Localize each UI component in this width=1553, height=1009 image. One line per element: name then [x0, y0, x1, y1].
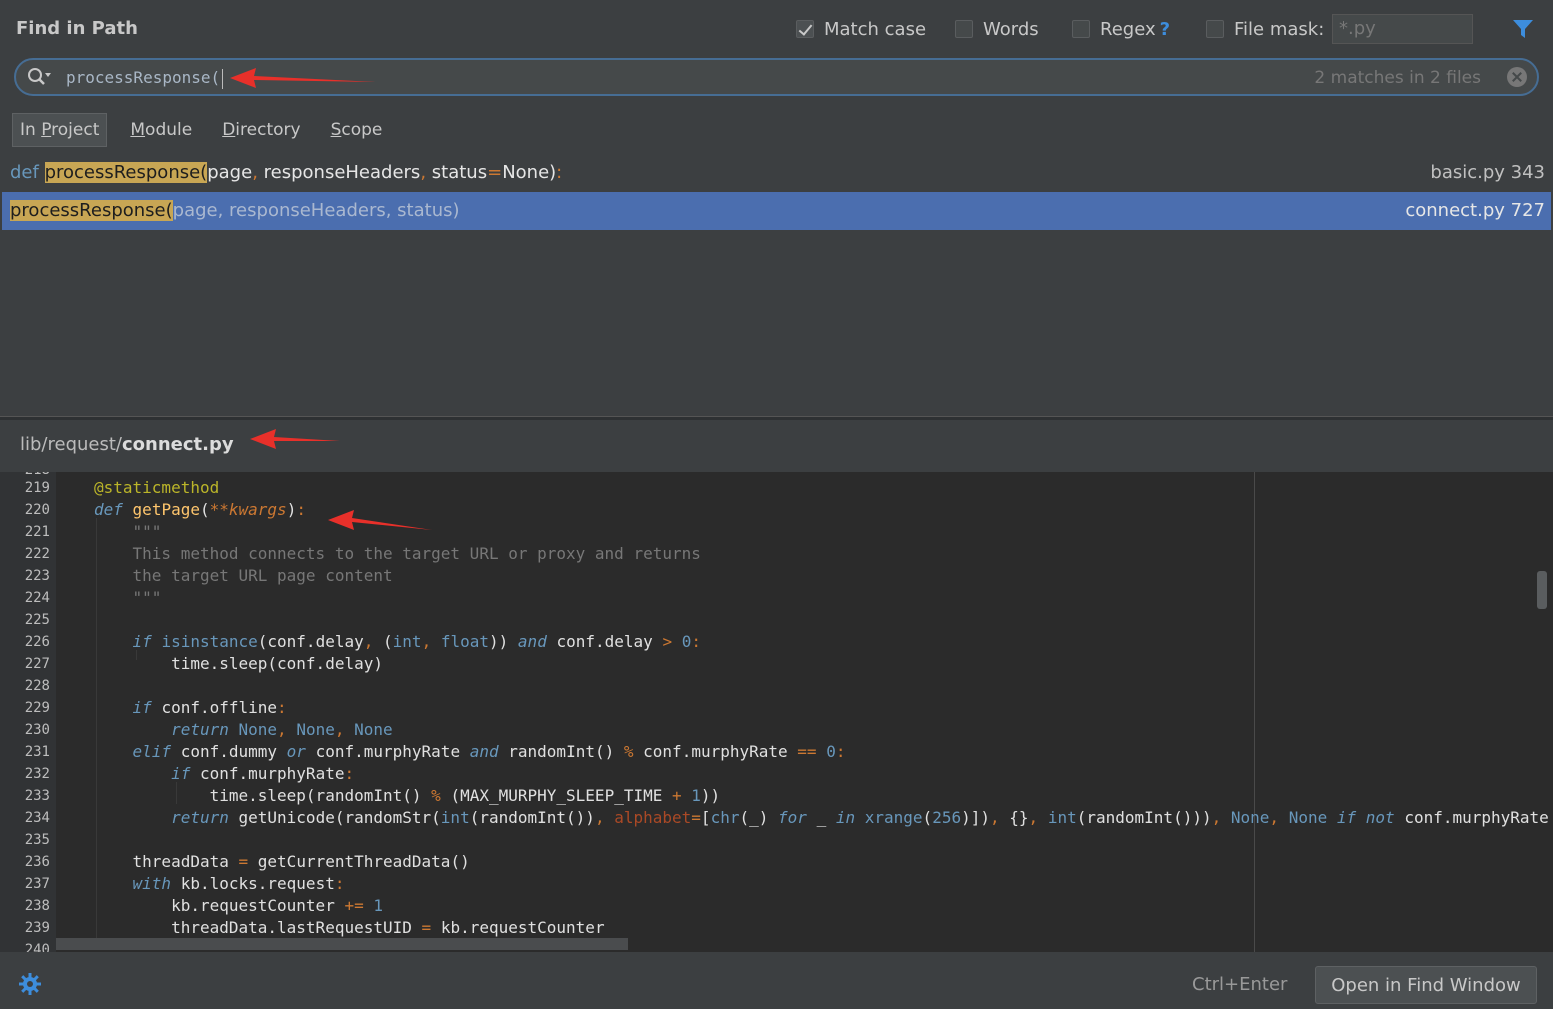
- regex-help-icon[interactable]: ?: [1160, 19, 1170, 40]
- words-label: Words: [983, 18, 1039, 40]
- code-line: return getUnicode(randomStr(int(randomIn…: [171, 808, 1549, 827]
- code-line: time.sleep(randomInt() % (MAX_MURPHY_SLE…: [209, 786, 721, 805]
- line-number: 225: [24, 612, 50, 628]
- file-mask-option[interactable]: File mask:: [1206, 16, 1324, 42]
- search-input[interactable]: processResponse(: [66, 68, 224, 89]
- code-line: kb.requestCounter += 1: [171, 896, 384, 915]
- line-number: 222: [24, 546, 50, 562]
- code-line: return None, None, None: [171, 720, 393, 739]
- result-row[interactable]: def processResponse(page, responseHeader…: [2, 154, 1551, 192]
- match-count: 2 matches in 2 files: [1314, 68, 1481, 88]
- preview-file-path: lib/request/connect.py: [20, 434, 234, 455]
- annotation-arrow: [328, 510, 432, 530]
- line-number: 234: [24, 810, 50, 826]
- match-case-option[interactable]: Match case: [796, 16, 926, 42]
- regex-checkbox[interactable]: [1072, 20, 1090, 38]
- words-option[interactable]: Words: [955, 16, 1039, 42]
- code-line: threadData.lastRequestUID = kb.requestCo…: [171, 918, 605, 937]
- line-number: 232: [24, 766, 50, 782]
- horizontal-scrollbar[interactable]: [56, 938, 628, 950]
- result-code: def processResponse(page, responseHeader…: [10, 162, 563, 183]
- match-highlight: processResponse(: [44, 162, 208, 183]
- code-line: """: [132, 522, 162, 541]
- results-list: def processResponse(page, responseHeader…: [0, 154, 1553, 416]
- line-number: 235: [24, 832, 50, 848]
- right-margin-line: [1254, 472, 1255, 952]
- code-line: time.sleep(conf.delay): [171, 654, 383, 673]
- tab-module[interactable]: Module: [123, 114, 199, 146]
- search-query-text: processResponse(: [66, 68, 221, 87]
- line-number: 228: [24, 678, 50, 694]
- match-case-label: Match case: [824, 18, 927, 40]
- line-number: 237: [24, 876, 50, 892]
- match-case-checkbox[interactable]: [796, 20, 814, 38]
- file-mask-checkbox[interactable]: [1206, 20, 1224, 38]
- line-number: 221: [24, 524, 50, 540]
- regex-label: Regex: [1100, 18, 1156, 40]
- code-line: threadData = getCurrentThreadData(): [132, 852, 470, 871]
- code-preview[interactable]: 218 219 220 221 222 223 224 225 226 227 …: [0, 472, 1553, 952]
- dialog-footer: Ctrl+Enter Open in Find Window: [0, 952, 1553, 1009]
- dialog-title: Find in Path: [16, 18, 138, 39]
- code-line: with kb.locks.request:: [132, 874, 345, 893]
- line-number: 236: [24, 854, 50, 870]
- file-mask-input[interactable]: *.py: [1332, 14, 1473, 44]
- code-line: if isinstance(conf.delay, (int, float)) …: [132, 632, 701, 651]
- line-number: 223: [24, 568, 50, 584]
- line-number: 224: [24, 590, 50, 606]
- result-row-selected[interactable]: processResponse(page, responseHeaders, s…: [2, 192, 1551, 230]
- match-highlight: processResponse(: [10, 200, 173, 221]
- tab-directory[interactable]: Directory: [215, 114, 307, 146]
- line-number: 218: [0, 472, 50, 478]
- annotation-arrow: [230, 68, 376, 88]
- line-number: 233: [24, 788, 50, 804]
- vertical-scrollbar[interactable]: [1537, 571, 1547, 609]
- line-number: 230: [24, 722, 50, 738]
- code-line: """: [132, 588, 162, 607]
- shortcut-hint: Ctrl+Enter: [1192, 974, 1288, 995]
- file-mask-label: File mask:: [1234, 18, 1325, 40]
- line-number: 226: [24, 634, 50, 650]
- tab-scope[interactable]: Scope: [324, 114, 390, 146]
- code-line: This method connects to the target URL o…: [132, 544, 701, 563]
- result-location: basic.py 343: [1430, 162, 1545, 183]
- code-line: the target URL page content: [132, 566, 393, 585]
- regex-option[interactable]: Regex ?: [1072, 16, 1170, 42]
- line-number: 219: [24, 480, 50, 496]
- line-number: 220: [24, 502, 50, 518]
- scope-tabs: In Project Module Directory Scope: [12, 112, 405, 148]
- line-number: 239: [24, 920, 50, 936]
- code-line: @staticmethod: [94, 478, 220, 497]
- filter-icon[interactable]: [1512, 18, 1534, 40]
- line-number: 238: [24, 898, 50, 914]
- open-in-find-window-button[interactable]: Open in Find Window: [1315, 966, 1537, 1004]
- tab-in-project[interactable]: In Project: [12, 113, 108, 147]
- preview-header: lib/request/connect.py: [0, 420, 1553, 472]
- code-line: elif conf.dummy or conf.murphyRate and r…: [132, 742, 846, 761]
- line-number: 231: [24, 744, 50, 760]
- clear-search-icon[interactable]: [1507, 67, 1527, 87]
- code-line: if conf.murphyRate:: [171, 764, 355, 783]
- code-line: def getPage(**kwargs):: [94, 500, 306, 519]
- dialog-header: Find in Path Match case Words Regex ? Fi…: [0, 0, 1553, 58]
- line-number: 227: [24, 656, 50, 672]
- code-line: if conf.offline:: [132, 698, 287, 717]
- result-location: connect.py 727: [1405, 200, 1545, 221]
- text-caret: [222, 68, 224, 89]
- line-number: 240: [24, 942, 50, 952]
- result-code: processResponse(page, responseHeaders, s…: [10, 200, 460, 221]
- gear-icon[interactable]: [18, 972, 42, 996]
- line-number: 229: [24, 700, 50, 716]
- search-history-icon[interactable]: [26, 66, 52, 88]
- annotation-arrow: [250, 429, 340, 449]
- words-checkbox[interactable]: [955, 20, 973, 38]
